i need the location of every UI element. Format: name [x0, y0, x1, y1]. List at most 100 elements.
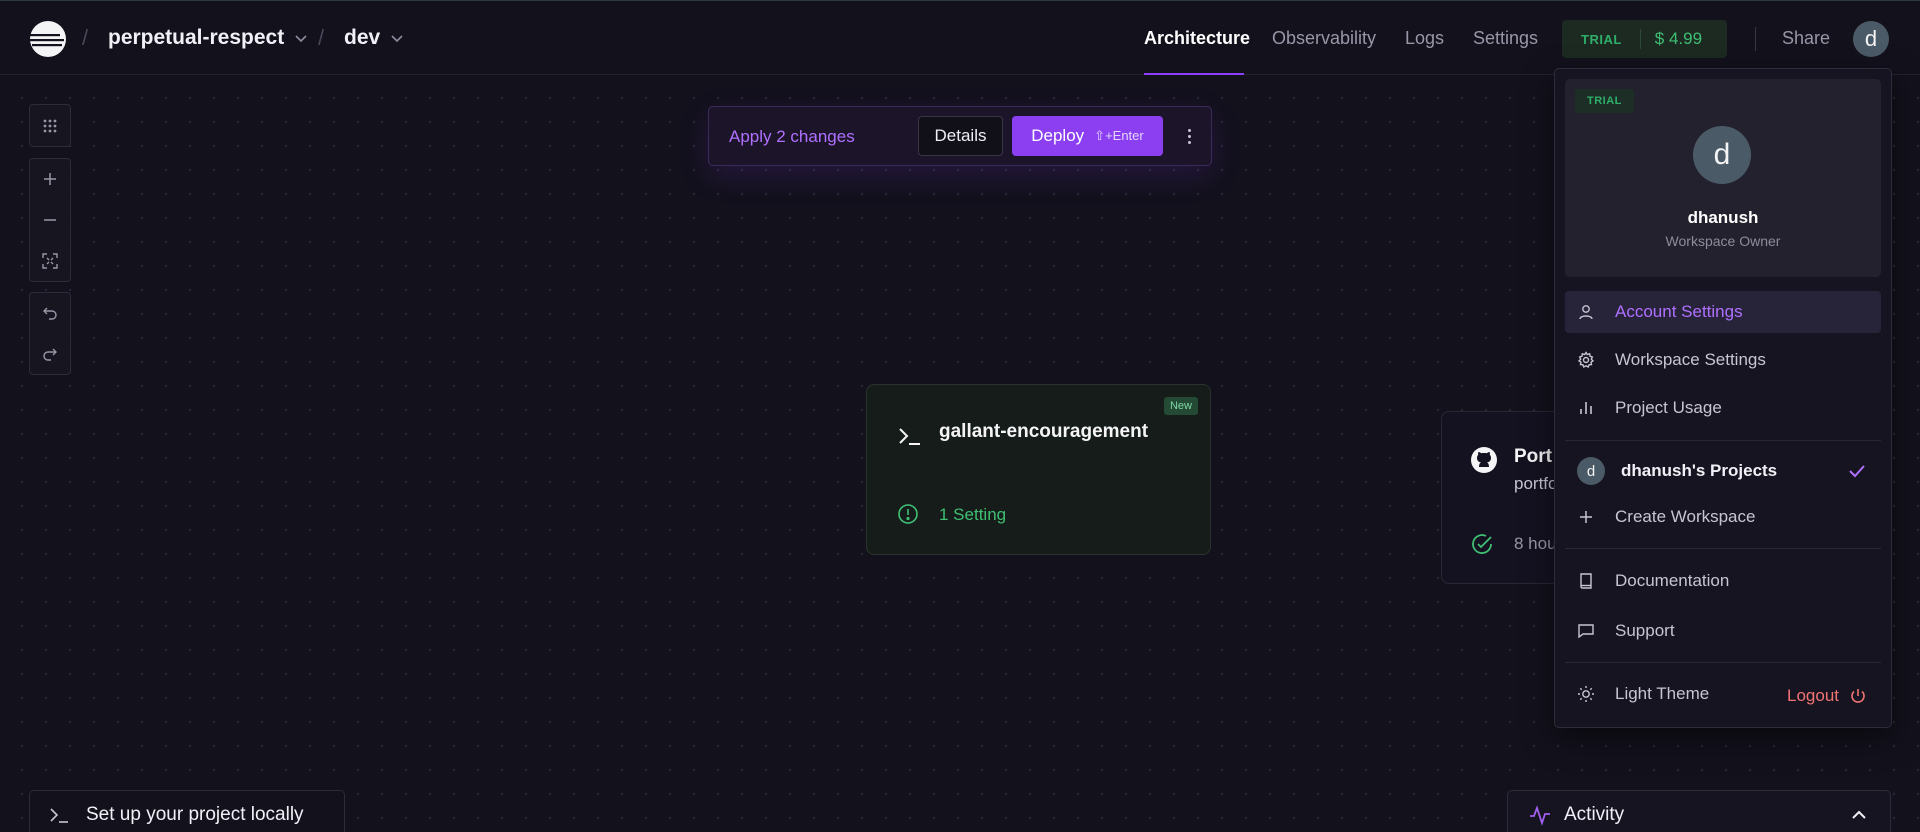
trial-credit-amount: $ 4.99 [1654, 29, 1703, 48]
dot [1187, 128, 1191, 132]
plus-icon [1580, 511, 1592, 523]
pending-changes-bar: Apply 2 changes Details Deploy ⇧+Enter [708, 106, 1212, 166]
plus-icon [44, 173, 56, 186]
chevron-down-icon [295, 35, 307, 43]
grid-menu-button[interactable] [30, 105, 70, 146]
app-logo-icon[interactable] [29, 20, 67, 58]
redo-icon [43, 348, 57, 361]
power-icon [1851, 689, 1865, 703]
expand-icon [42, 252, 58, 269]
menu-support[interactable]: Support [1565, 610, 1881, 652]
history-controls [29, 292, 71, 375]
minus-icon [44, 219, 56, 221]
menu-label: Documentation [1615, 571, 1730, 590]
redo-button[interactable] [30, 334, 70, 375]
grid-dots-icon [43, 119, 57, 132]
activity-pulse-icon [1530, 805, 1550, 826]
project-selector[interactable]: perpetual-respect [108, 26, 308, 50]
service-name: gallant-encouragement [939, 421, 1149, 442]
account-menu: TRIAL d dhanush Workspace Owner Account … [1554, 68, 1892, 728]
tab-logs[interactable]: Logs [1405, 28, 1444, 49]
share-button[interactable]: Share [1782, 28, 1830, 49]
book-icon [1580, 573, 1592, 589]
activity-label: Activity [1564, 804, 1625, 825]
environment-name: dev [344, 26, 381, 49]
tab-architecture[interactable]: Architecture [1144, 28, 1250, 49]
avatar: d [1693, 126, 1751, 184]
menu-label: Light Theme [1615, 684, 1710, 703]
user-avatar-button[interactable]: d [1853, 21, 1889, 57]
bar-chart-icon [1580, 402, 1592, 414]
profile-card: TRIAL d dhanush Workspace Owner [1565, 79, 1881, 277]
terminal-icon [50, 808, 68, 823]
menu-workspace-settings[interactable]: Workspace Settings [1565, 339, 1881, 381]
canvas-toolbar-group [29, 104, 71, 147]
chevron-up-icon [1852, 810, 1866, 819]
terminal-icon [899, 428, 920, 445]
details-button[interactable]: Details [918, 116, 1003, 156]
divider [1565, 548, 1881, 549]
deploy-button[interactable]: Deploy ⇧+Enter [1012, 116, 1163, 156]
setup-local-label: Set up your project locally [86, 804, 304, 825]
github-icon [1471, 447, 1497, 473]
active-tab-indicator [1144, 73, 1244, 75]
fit-view-button[interactable] [30, 240, 70, 281]
logout-label: Logout [1787, 686, 1839, 705]
divider [1565, 662, 1881, 663]
activity-panel[interactable]: Activity [1507, 790, 1891, 832]
chat-icon [1578, 624, 1594, 639]
alert-circle-icon [898, 504, 918, 524]
divider [1755, 27, 1756, 51]
gear-icon [1577, 351, 1595, 368]
workspace-item-dhanush[interactable]: d dhanush's Projects [1565, 450, 1881, 492]
divider [1639, 29, 1641, 49]
dot [1187, 140, 1191, 144]
breadcrumb-separator: / [82, 25, 89, 50]
menu-label: Workspace Settings [1615, 350, 1766, 369]
service-card[interactable]: New gallant-encouragement 1 Setting [866, 384, 1211, 555]
apply-changes-text: Apply 2 changes [729, 127, 855, 146]
chevron-down-icon [391, 35, 403, 43]
sun-icon [1578, 686, 1594, 702]
undo-icon [43, 307, 57, 320]
workspace-name: dhanush's Projects [1621, 461, 1778, 480]
user-role: Workspace Owner [1665, 233, 1781, 249]
more-options-button[interactable] [1177, 121, 1201, 151]
menu-create-workspace[interactable]: Create Workspace [1565, 496, 1881, 538]
tab-observability[interactable]: Observability [1272, 28, 1376, 49]
deploy-shortcut: ⇧+Enter [1094, 128, 1144, 143]
setup-local-panel[interactable]: Set up your project locally [29, 790, 345, 832]
user-icon [1579, 305, 1593, 320]
new-badge: New [1163, 397, 1198, 415]
check-circle-icon [1472, 534, 1492, 554]
menu-label: Create Workspace [1615, 507, 1756, 526]
menu-project-usage[interactable]: Project Usage [1565, 387, 1881, 429]
dot [1187, 134, 1191, 138]
logout-button[interactable]: Logout [1787, 686, 1867, 706]
trial-badge: TRIAL [1575, 89, 1634, 113]
breadcrumb-separator: / [318, 25, 325, 50]
user-name: dhanush [1687, 208, 1759, 227]
repo-service-name: Port [1514, 446, 1552, 467]
top-header: / perpetual-respect / dev Architecture O… [0, 0, 1920, 75]
check-icon [1849, 465, 1865, 478]
trial-plan-button[interactable]: TRIAL $ 4.99 [1562, 20, 1727, 58]
menu-label: Support [1615, 621, 1675, 640]
repo-name: portfo [1514, 474, 1558, 493]
service-setting-status: 1 Setting [939, 505, 1007, 524]
tab-settings[interactable]: Settings [1473, 28, 1538, 49]
zoom-in-button[interactable] [30, 159, 70, 200]
avatar: d [1577, 457, 1605, 485]
menu-label: Project Usage [1615, 398, 1722, 417]
menu-account-settings[interactable]: Account Settings [1565, 291, 1881, 333]
menu-documentation[interactable]: Documentation [1565, 560, 1881, 602]
deploy-label: Deploy [1031, 126, 1085, 145]
environment-selector[interactable]: dev [344, 26, 404, 50]
trial-badge: TRIAL [1581, 31, 1622, 47]
deploy-time: 8 hou [1514, 534, 1557, 553]
zoom-controls [29, 158, 71, 282]
project-name: perpetual-respect [108, 26, 285, 49]
theme-toggle[interactable]: Light Theme [1565, 673, 1765, 715]
undo-button[interactable] [30, 293, 70, 334]
zoom-out-button[interactable] [30, 200, 70, 241]
